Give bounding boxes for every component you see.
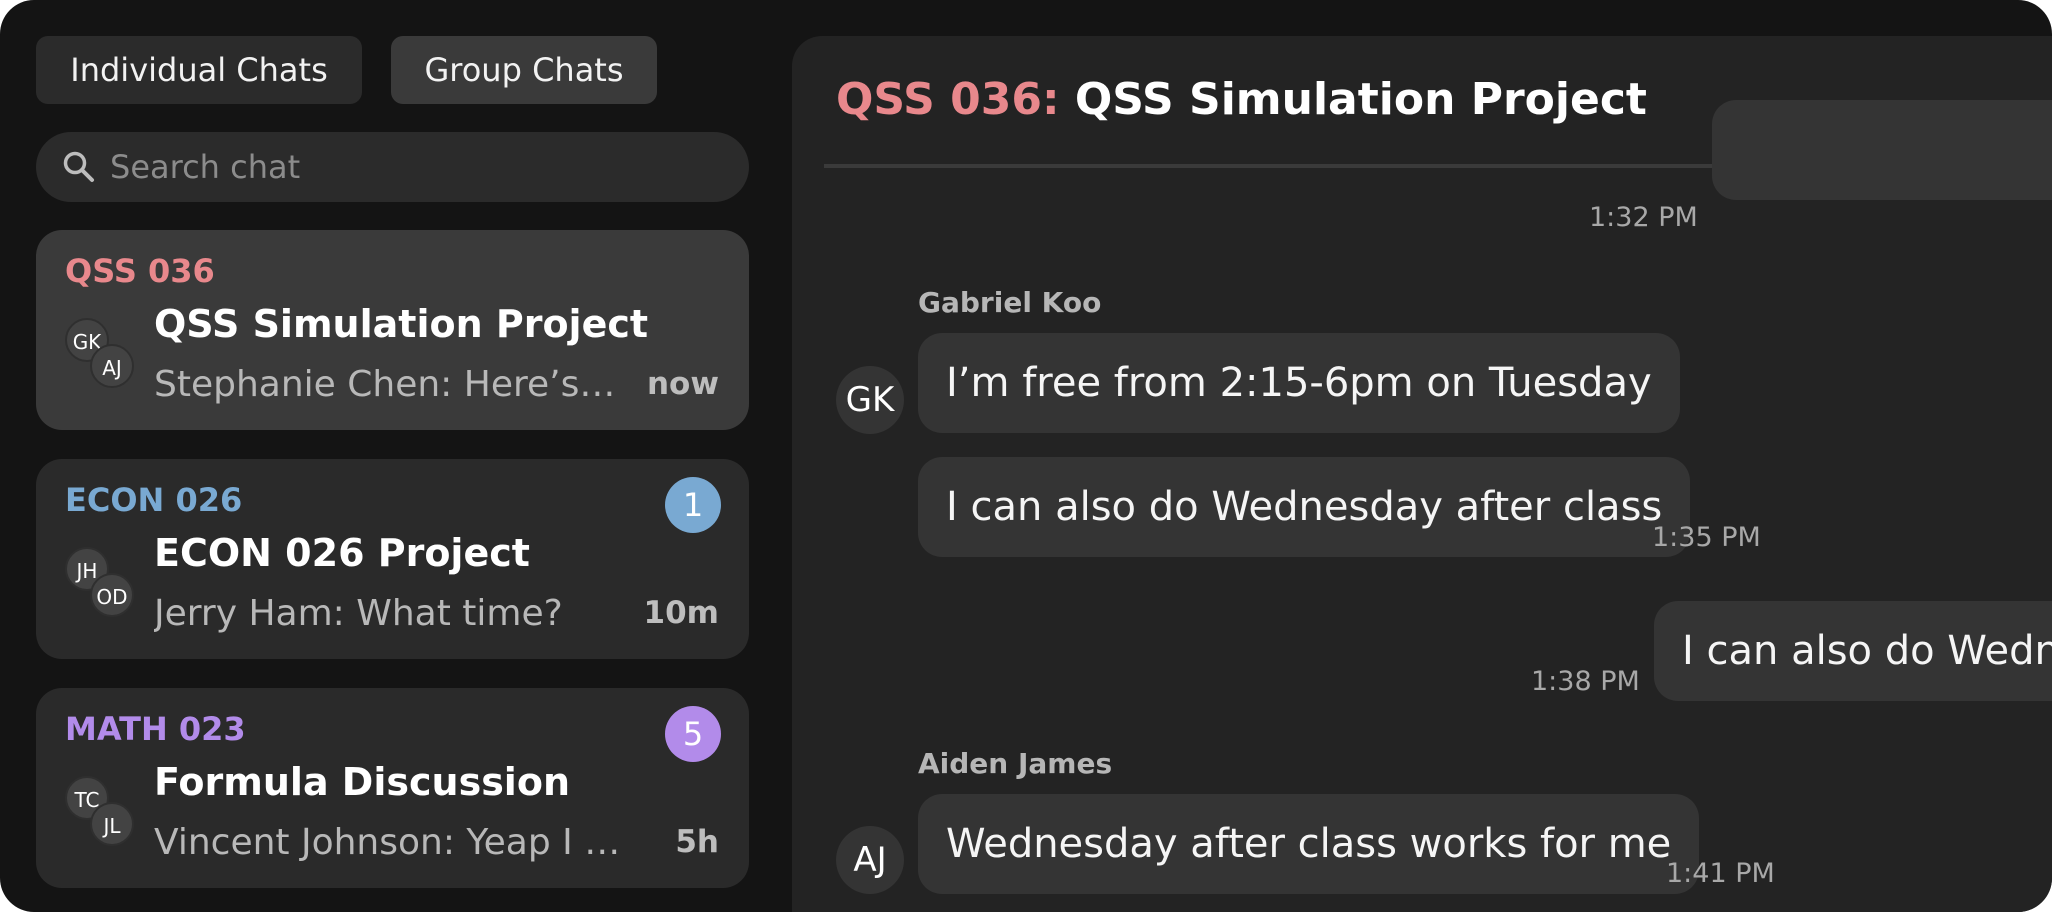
search-icon: [63, 151, 94, 182]
search-bar: [36, 132, 749, 202]
message-bubble: Wednesday after class works for me: [918, 794, 1700, 894]
tab-individual-chats[interactable]: Individual Chats: [36, 36, 362, 104]
message-timestamp: 1:38 PM: [1531, 666, 1640, 697]
conversation-title: QSS 036: QSS Simulation Project: [836, 74, 1647, 125]
search-input[interactable]: [110, 132, 730, 202]
message-timestamp: 1:32 PM: [1589, 202, 1698, 233]
message-timestamp: 1:41 PM: [1666, 858, 1775, 889]
message-bubble-partial: [1712, 100, 2052, 200]
message-timestamp: 1:35 PM: [1652, 522, 1761, 553]
chat-title: QSS Simulation Project: [154, 302, 649, 346]
avatar: OD: [90, 573, 134, 617]
avatar: AJ: [90, 344, 134, 388]
sender-name: Aiden James: [918, 747, 1113, 780]
chat-title: ECON 026 Project: [154, 531, 530, 575]
chat-card-math-023[interactable]: MATH 023 5 TC JL Formula Discussion Vinc…: [36, 688, 749, 888]
avatar: AJ: [836, 826, 904, 894]
chat-course-code: MATH 023: [65, 710, 246, 748]
chat-course-code: ECON 026: [65, 481, 243, 519]
chat-app: Individual Chats Group Chats QSS 036 GK …: [0, 0, 2052, 912]
chat-card-qss-036[interactable]: QSS 036 GK AJ QSS Simulation Project Ste…: [36, 230, 749, 430]
own-message-bubble: I can also do Wednesday after class: [1654, 601, 2052, 701]
chat-time: 5h: [675, 824, 719, 860]
chat-time: 10m: [643, 595, 719, 631]
tab-group-chats[interactable]: Group Chats: [391, 36, 657, 104]
sender-name: Gabriel Koo: [918, 286, 1102, 319]
conversation-name: QSS Simulation Project: [1074, 74, 1647, 125]
conversation-panel: QSS 036: QSS Simulation Project 1:32 PM …: [792, 36, 2052, 912]
chat-preview: Vincent Johnson: Yeap I got it: [154, 822, 624, 863]
avatar: GK: [836, 366, 904, 434]
chat-card-econ-026[interactable]: ECON 026 1 JH OD ECON 026 Project Jerry …: [36, 459, 749, 659]
chat-preview: Jerry Ham: What time?: [154, 593, 563, 634]
chat-title: Formula Discussion: [154, 760, 570, 804]
message-bubble: I’m free from 2:15-6pm on Tuesday: [918, 333, 1680, 433]
conversation-course-code: QSS 036:: [836, 74, 1060, 125]
unread-badge: 5: [665, 706, 721, 762]
chat-preview: Stephanie Chen: Here’s the updated plan: [154, 364, 624, 405]
chat-time: now: [646, 366, 719, 402]
chat-course-code: QSS 036: [65, 252, 215, 290]
unread-badge: 1: [665, 477, 721, 533]
message-bubble: I can also do Wednesday after class: [918, 457, 1691, 557]
avatar: JL: [90, 802, 134, 846]
